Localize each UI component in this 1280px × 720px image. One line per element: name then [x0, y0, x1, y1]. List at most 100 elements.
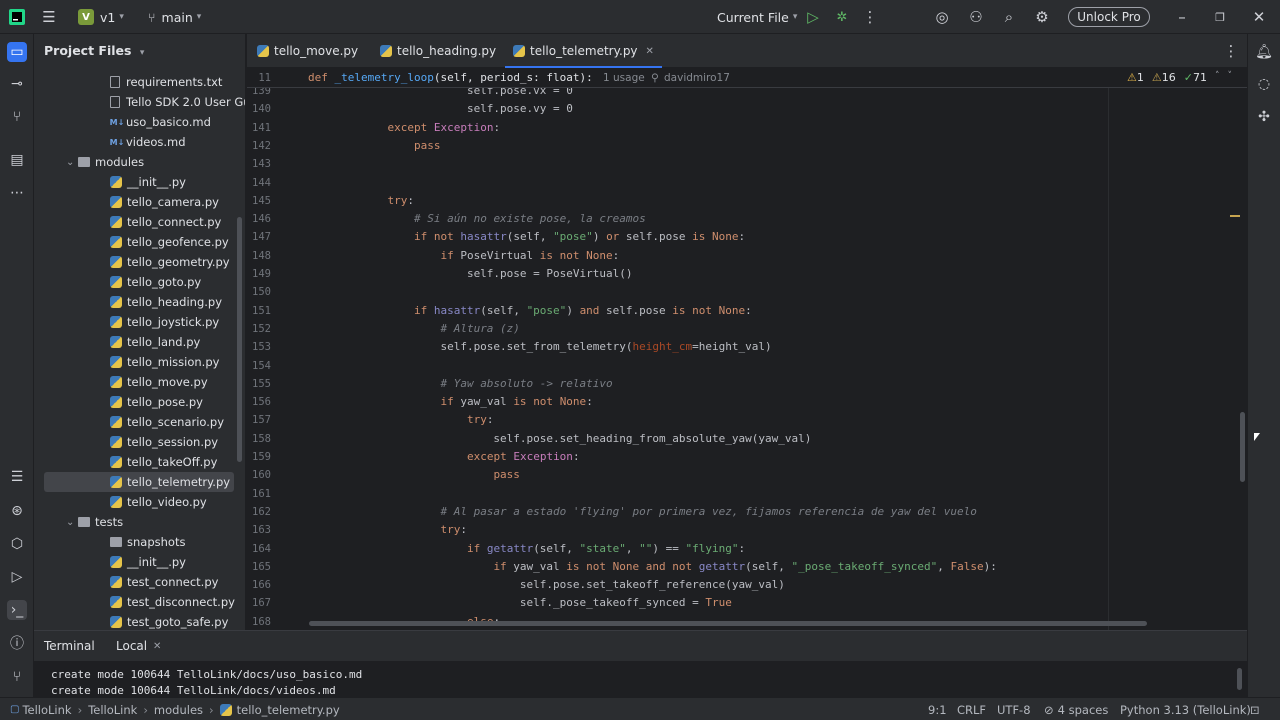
run-icon[interactable]: ▷ [804, 8, 822, 26]
chevron-down-icon[interactable]: ⌄ [66, 517, 78, 528]
indent-setting[interactable]: ⊘ 4 spaces [1044, 698, 1108, 720]
code-line[interactable]: self.pose.vy = 0 [308, 102, 573, 115]
breadcrumb-item[interactable]: TelloLink [22, 703, 71, 717]
plugins-icon[interactable]: ✣ [1254, 107, 1274, 127]
tree-file[interactable]: M↓ uso_basico.md [34, 112, 245, 132]
breadcrumb-item[interactable]: modules [154, 703, 203, 717]
code-line[interactable]: if hasattr(self, "pose") and self.pose i… [308, 304, 752, 317]
unlock-pro-button[interactable]: Unlock Pro [1068, 7, 1150, 27]
more-vertical-icon[interactable]: ⋮ [861, 8, 879, 26]
python-interpreter[interactable]: Python 3.13 (TelloLink) [1120, 698, 1251, 720]
version-control-icon[interactable]: ⑂ [7, 667, 27, 687]
code-line[interactable]: pass [308, 468, 520, 481]
tree-file[interactable]: tello_session.py [34, 432, 245, 452]
app-logo-icon[interactable] [8, 8, 26, 26]
tree-file[interactable]: tello_mission.py [34, 352, 245, 372]
inspection-widget[interactable]: ⚠1 ⚠16 ✓71 ˄ ˅ [1127, 71, 1232, 84]
usage-count[interactable]: 1 usage [603, 72, 645, 84]
tree-file[interactable]: tello_land.py [34, 332, 245, 352]
tree-file[interactable]: tello_joystick.py [34, 312, 245, 332]
tree-file[interactable]: tello_geometry.py [34, 252, 245, 272]
breadcrumb-item[interactable]: tello_telemetry.py [237, 703, 340, 717]
code-line[interactable]: except Exception: [308, 450, 580, 463]
code-editor[interactable]: 11 def _telemetry_loop(self, period_s: f… [247, 68, 1247, 630]
pull-requests-icon[interactable]: ⑂ [7, 107, 27, 127]
editor-horizontal-scrollbar[interactable] [309, 621, 1147, 626]
project-panel-header[interactable]: Project Files ▾ [44, 43, 144, 58]
commit-icon[interactable]: ⊸ [7, 74, 27, 94]
breadcrumb-item[interactable]: TelloLink [88, 703, 137, 717]
tree-file[interactable]: tello_pose.py [34, 392, 245, 412]
code-line[interactable]: # Yaw absoluto -> relativo [308, 377, 612, 390]
tabs-more-icon[interactable]: ⋮ [1222, 42, 1240, 60]
close-terminal-tab-icon[interactable]: ✕ [153, 641, 161, 652]
todo-list-icon[interactable]: ☰ [7, 467, 27, 487]
notifications-icon[interactable]: 🔔︎ [1254, 42, 1274, 62]
tree-folder[interactable]: ⌄ tests [34, 512, 245, 532]
code-line[interactable]: try: [308, 413, 494, 426]
tree-file[interactable]: tello_scenario.py [34, 412, 245, 432]
chevron-up-icon[interactable]: ˄ [1215, 71, 1220, 84]
tab-tello-telemetry[interactable]: tello_telemetry.py ✕ [505, 34, 662, 68]
run-console-icon[interactable]: ▷ [7, 567, 27, 587]
tree-file[interactable]: tello_geofence.py [34, 232, 245, 252]
project-selector[interactable]: V v1 ▾ [78, 0, 124, 34]
tab-tello-move[interactable]: tello_move.py [257, 34, 358, 68]
tree-file[interactable]: tello_connect.py [34, 212, 245, 232]
tree-file[interactable]: Tello SDK 2.0 User Guide [34, 92, 245, 112]
restore-icon[interactable]: ❐ [1211, 8, 1229, 26]
editor-vertical-scrollbar[interactable] [1240, 412, 1245, 482]
tree-file[interactable]: tello_camera.py [34, 192, 245, 212]
tree-file[interactable]: tello_goto.py [34, 272, 245, 292]
code-line[interactable]: pass [308, 139, 441, 152]
terminal-scrollbar[interactable] [1237, 668, 1242, 690]
code-line[interactable]: if yaw_val is not None and not getattr(s… [308, 560, 996, 573]
warning-marker[interactable] [1230, 215, 1240, 217]
code-line[interactable]: except Exception: [308, 121, 500, 134]
tree-file[interactable]: __init__.py [34, 552, 245, 572]
run-config-selector[interactable]: Current File ▾ [717, 0, 797, 34]
tree-file[interactable]: __init__.py [34, 172, 245, 192]
close-tab-icon[interactable]: ✕ [646, 46, 654, 57]
code-line[interactable]: self._pose_takeoff_synced = True [308, 596, 732, 609]
minimize-icon[interactable]: – [1173, 8, 1191, 26]
python-packages-icon[interactable]: ⊛ [7, 501, 27, 521]
code-line[interactable]: if yaw_val is not None: [308, 395, 592, 408]
code-line[interactable]: self.pose = PoseVirtual() [308, 267, 633, 280]
more-horizontal-icon[interactable]: ⋯ [7, 183, 27, 203]
code-line[interactable]: try: [308, 523, 467, 536]
problems-icon[interactable]: ⓘ [7, 633, 27, 653]
tree-file[interactable]: tello_video.py [34, 492, 245, 512]
code-line[interactable]: self.pose.set_takeoff_reference(yaw_val) [308, 578, 785, 591]
caret-position[interactable]: 9:1 [928, 698, 947, 720]
lock-status-icon[interactable]: ⊡ [1250, 698, 1260, 720]
terminal-title[interactable]: Terminal [44, 639, 95, 653]
sticky-header[interactable]: 11 def _telemetry_loop(self, period_s: f… [247, 68, 1247, 88]
terminal-icon[interactable]: ›_ [7, 600, 27, 620]
project-folder-icon[interactable]: ▭ [7, 42, 27, 62]
tree-folder[interactable]: ⌄ modules [34, 152, 245, 172]
code-line[interactable]: try: [308, 194, 414, 207]
structure-icon[interactable]: ▤ [7, 150, 27, 170]
code-line[interactable]: # Altura (z) [308, 322, 519, 335]
tab-local[interactable]: Local [116, 639, 147, 653]
add-user-icon[interactable]: ⚇ [967, 8, 985, 26]
close-icon[interactable]: ✕ [1250, 8, 1268, 26]
search-icon[interactable]: ⌕ [1000, 8, 1018, 26]
main-menu-icon[interactable]: ☰ [40, 8, 58, 26]
branch-selector[interactable]: ⑂ main ▾ [148, 0, 201, 34]
tree-folder[interactable]: snapshots [34, 532, 245, 552]
code-line[interactable]: if getattr(self, "state", "") == "flying… [308, 542, 745, 555]
gear-icon[interactable]: ⚙ [1033, 8, 1051, 26]
file-encoding[interactable]: UTF-8 [997, 698, 1031, 720]
debug-icon[interactable]: ✲ [833, 8, 851, 26]
author-name[interactable]: davidmiro17 [664, 72, 730, 84]
code-line[interactable]: if PoseVirtual is not None: [308, 249, 619, 262]
tree-file[interactable]: M↓ videos.md [34, 132, 245, 152]
code-line[interactable]: # Al pasar a estado 'flying' por primera… [308, 505, 976, 518]
tree-file[interactable]: tello_move.py [34, 372, 245, 392]
tree-file[interactable]: tello_telemetry.py [44, 472, 234, 492]
code-line[interactable]: if not hasattr(self, "pose") or self.pos… [308, 230, 745, 243]
tree-file[interactable]: tello_heading.py [34, 292, 245, 312]
tab-tello-heading[interactable]: tello_heading.py [380, 34, 496, 68]
